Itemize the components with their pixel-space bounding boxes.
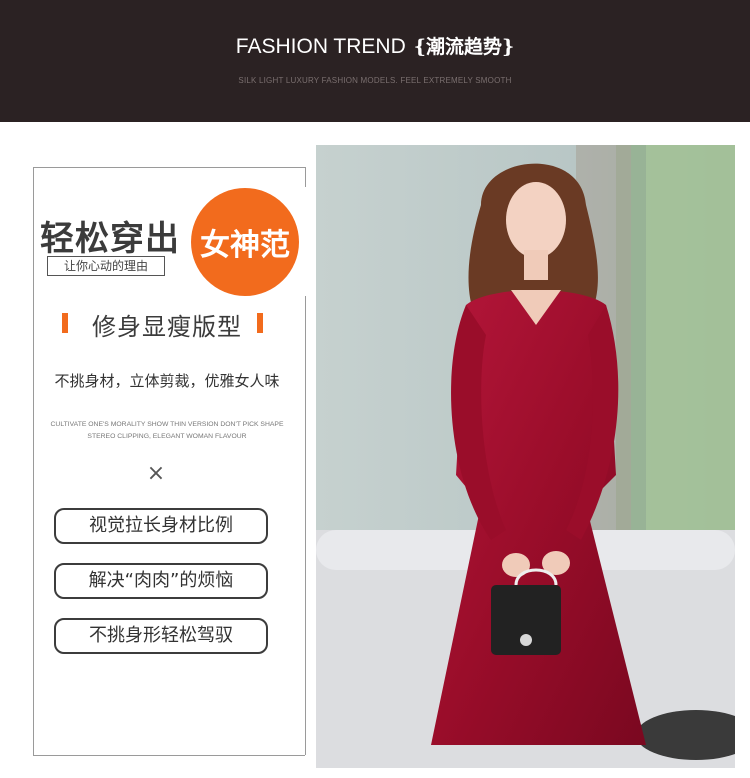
feature-description: 不挑身材，立体剪裁，优雅女人味 bbox=[54, 372, 280, 390]
model-illustration bbox=[316, 145, 735, 768]
english-description-line2: STEREO CLIPPING, ELEGANT WOMAN FLAVOUR bbox=[87, 433, 247, 440]
goddess-badge: 女神范 bbox=[191, 188, 299, 296]
main-slogan: 轻松穿出 bbox=[40, 219, 180, 259]
english-description: CULTIVATE ONE'S MORALITY SHOW THIN VERSI… bbox=[36, 419, 298, 443]
header-subtitle: SILK LIGHT LUXURY FASHION MODELS. FEEL E… bbox=[238, 76, 512, 85]
model-photo bbox=[316, 145, 735, 768]
orange-bar-left bbox=[62, 313, 68, 333]
frame-bottom-line bbox=[33, 755, 305, 756]
frame-right-line-lower bbox=[305, 296, 306, 755]
frame-left-line bbox=[33, 167, 34, 755]
orange-bar-right bbox=[257, 313, 263, 333]
reason-label: 让你心动的理由 bbox=[47, 256, 165, 276]
benefit-pill-1: 视觉拉长身材比例 bbox=[54, 508, 268, 544]
english-description-line1: CULTIVATE ONE'S MORALITY SHOW THIN VERSI… bbox=[50, 421, 284, 428]
benefit-pill-3: 不挑身形轻松驾驭 bbox=[54, 618, 268, 654]
header-title-cn: {潮流趋势} bbox=[413, 36, 515, 58]
feature-title: 修身显瘦版型 bbox=[92, 313, 242, 341]
frame-top-line bbox=[33, 167, 305, 168]
header-title-en: FASHION TREND bbox=[235, 35, 406, 58]
benefit-pill-2: 解决“肉肉”的烦恼 bbox=[54, 563, 268, 599]
header-title: FASHION TREND {潮流趋势} bbox=[0, 32, 750, 59]
frame-right-line bbox=[305, 167, 306, 187]
cross-icon: × bbox=[146, 461, 166, 486]
header-banner: FASHION TREND {潮流趋势} SILK LIGHT LUXURY FA… bbox=[0, 0, 750, 122]
